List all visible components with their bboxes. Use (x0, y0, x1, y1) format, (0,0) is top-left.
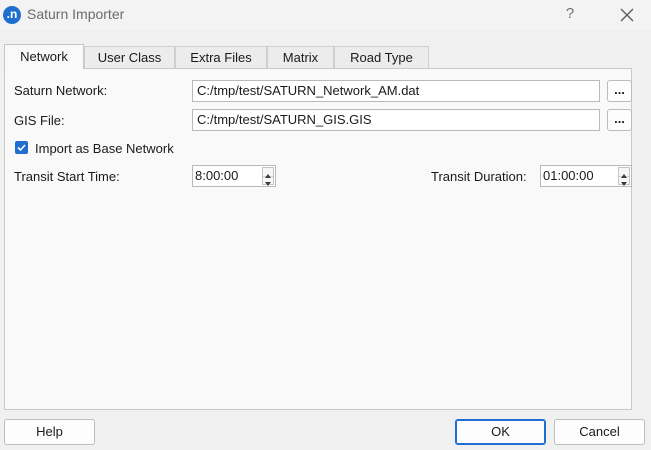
transit-start-time-label: Transit Start Time: (14, 169, 120, 184)
saturn-network-label: Saturn Network: (14, 83, 108, 98)
saturn-network-browse-button[interactable]: ... (607, 80, 632, 102)
tab-network[interactable]: Network (4, 44, 84, 69)
tab-extra-files[interactable]: Extra Files (175, 46, 267, 68)
app-logo-icon: .n (3, 6, 21, 24)
tab-matrix[interactable]: Matrix (267, 46, 334, 68)
transit-duration-label: Transit Duration: (431, 169, 527, 184)
tab-user-class[interactable]: User Class (84, 46, 175, 68)
gis-file-label: GIS File: (14, 113, 65, 128)
ok-button[interactable]: OK (455, 419, 546, 445)
gis-file-browse-button[interactable]: ... (607, 109, 632, 131)
help-icon[interactable]: ? (562, 5, 578, 25)
window-title: Saturn Importer (27, 6, 125, 22)
transit-start-time-spinbox[interactable]: 8:00:00 (192, 165, 276, 187)
transit-start-time-value: 8:00:00 (195, 168, 239, 183)
saturn-network-input[interactable]: C:/tmp/test/SATURN_Network_AM.dat (192, 80, 600, 102)
tab-road-type[interactable]: Road Type (334, 46, 429, 68)
spin-down-arrow-icon[interactable] (263, 176, 273, 186)
import-base-network-label[interactable]: Import as Base Network (35, 141, 174, 156)
spin-buttons (618, 167, 630, 186)
spin-down-arrow-icon[interactable] (619, 176, 629, 186)
transit-duration-spinbox[interactable]: 01:00:00 (540, 165, 632, 187)
transit-duration-value: 01:00:00 (543, 168, 594, 183)
checkmark-icon (17, 144, 26, 152)
gis-file-input[interactable]: C:/tmp/test/SATURN_GIS.GIS (192, 109, 600, 131)
close-icon[interactable] (618, 5, 636, 25)
cancel-button[interactable]: Cancel (554, 419, 645, 445)
title-bar: .n Saturn Importer ? (0, 0, 651, 30)
import-base-network-checkbox[interactable] (15, 141, 28, 154)
help-button[interactable]: Help (4, 419, 95, 445)
spin-buttons (262, 167, 274, 186)
